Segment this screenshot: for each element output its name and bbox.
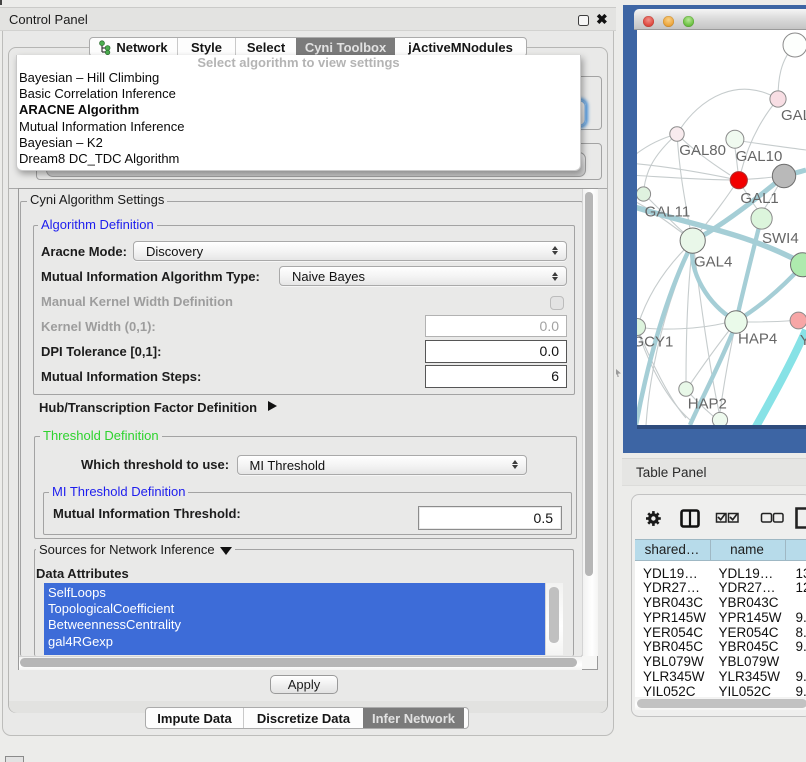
svg-text:GAL10: GAL10 bbox=[736, 148, 783, 165]
svg-text:Y: Y bbox=[800, 332, 806, 349]
svg-text:SWI4: SWI4 bbox=[762, 230, 799, 247]
svg-text:HAP2: HAP2 bbox=[688, 396, 727, 413]
svg-text:GAL1: GAL1 bbox=[740, 190, 778, 207]
svg-text:GCY1: GCY1 bbox=[637, 334, 673, 351]
svg-text:HAP4: HAP4 bbox=[738, 331, 777, 348]
svg-text:GAL4: GAL4 bbox=[694, 254, 732, 271]
svg-text:GAL11: GAL11 bbox=[645, 204, 691, 221]
svg-text:GAL80: GAL80 bbox=[679, 142, 726, 159]
svg-text:GAL8: GAL8 bbox=[781, 107, 806, 124]
